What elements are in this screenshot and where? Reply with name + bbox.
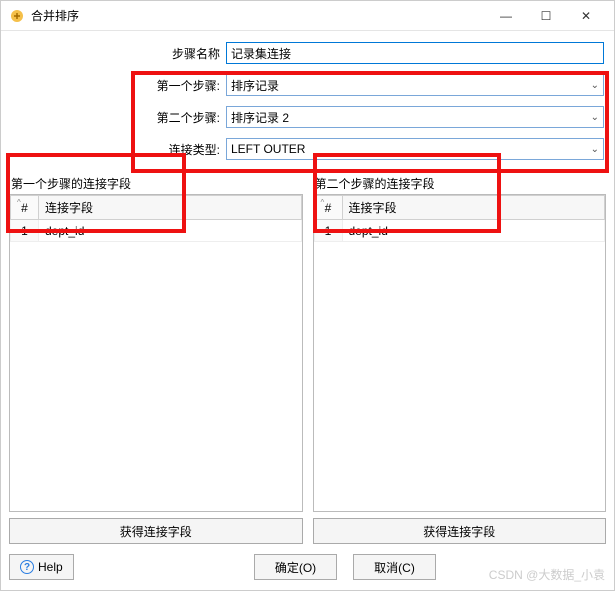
maximize-button[interactable]: ☐ [526, 2, 566, 30]
table-row[interactable]: 1 dept_id [314, 220, 605, 242]
left-grid[interactable]: ^# 连接字段 1 dept_id [9, 194, 303, 512]
step-name-input[interactable]: 记录集连接 [226, 42, 604, 64]
step2-label: 第二个步骤: [11, 109, 226, 126]
form-area: 步骤名称 记录集连接 第一个步骤: 排序记录 ⌄ 第二个步骤: 排序记录 2 ⌄… [1, 31, 614, 171]
step2-select[interactable]: 排序记录 2 ⌄ [226, 106, 604, 128]
left-panel-title: 第一个步骤的连接字段 [9, 171, 303, 194]
app-icon [9, 8, 25, 24]
window-title: 合并排序 [31, 7, 486, 24]
chevron-down-icon: ⌄ [587, 80, 599, 91]
join-type-select[interactable]: LEFT OUTER ⌄ [226, 138, 604, 160]
chevron-down-icon: ⌄ [587, 144, 599, 155]
columns-area: 第一个步骤的连接字段 ^# 连接字段 1 dept_id 获得连接字段 第二个步… [1, 171, 614, 544]
cancel-button[interactable]: 取消(C) [353, 554, 436, 580]
step1-select[interactable]: 排序记录 ⌄ [226, 74, 604, 96]
help-button[interactable]: ? Help [9, 554, 74, 580]
left-field-header[interactable]: 连接字段 [39, 196, 302, 220]
right-panel: 第二个步骤的连接字段 ^# 连接字段 1 dept_id 获得连接字段 [313, 171, 607, 544]
step1-label: 第一个步骤: [11, 77, 226, 94]
right-grid[interactable]: ^# 连接字段 1 dept_id [313, 194, 607, 512]
left-get-fields-button[interactable]: 获得连接字段 [9, 518, 303, 544]
table-row[interactable]: 1 dept_id [11, 220, 302, 242]
ok-button[interactable]: 确定(O) [254, 554, 337, 580]
right-num-header[interactable]: ^# [314, 196, 342, 220]
help-icon: ? [20, 560, 34, 574]
right-get-fields-button[interactable]: 获得连接字段 [313, 518, 607, 544]
close-button[interactable]: ✕ [566, 2, 606, 30]
join-type-label: 连接类型: [11, 141, 226, 158]
left-panel: 第一个步骤的连接字段 ^# 连接字段 1 dept_id 获得连接字段 [9, 171, 303, 544]
chevron-down-icon: ⌄ [587, 112, 599, 123]
step-name-label: 步骤名称 [11, 45, 226, 62]
left-num-header[interactable]: ^# [11, 196, 39, 220]
minimize-button[interactable]: — [486, 2, 526, 30]
right-panel-title: 第二个步骤的连接字段 [313, 171, 607, 194]
right-field-header[interactable]: 连接字段 [342, 196, 605, 220]
dialog-window: 合并排序 — ☐ ✕ 步骤名称 记录集连接 第一个步骤: 排序记录 ⌄ 第二个步… [0, 0, 615, 591]
titlebar: 合并排序 — ☐ ✕ [1, 1, 614, 31]
bottom-bar: ? Help 确定(O) 取消(C) [1, 544, 614, 590]
